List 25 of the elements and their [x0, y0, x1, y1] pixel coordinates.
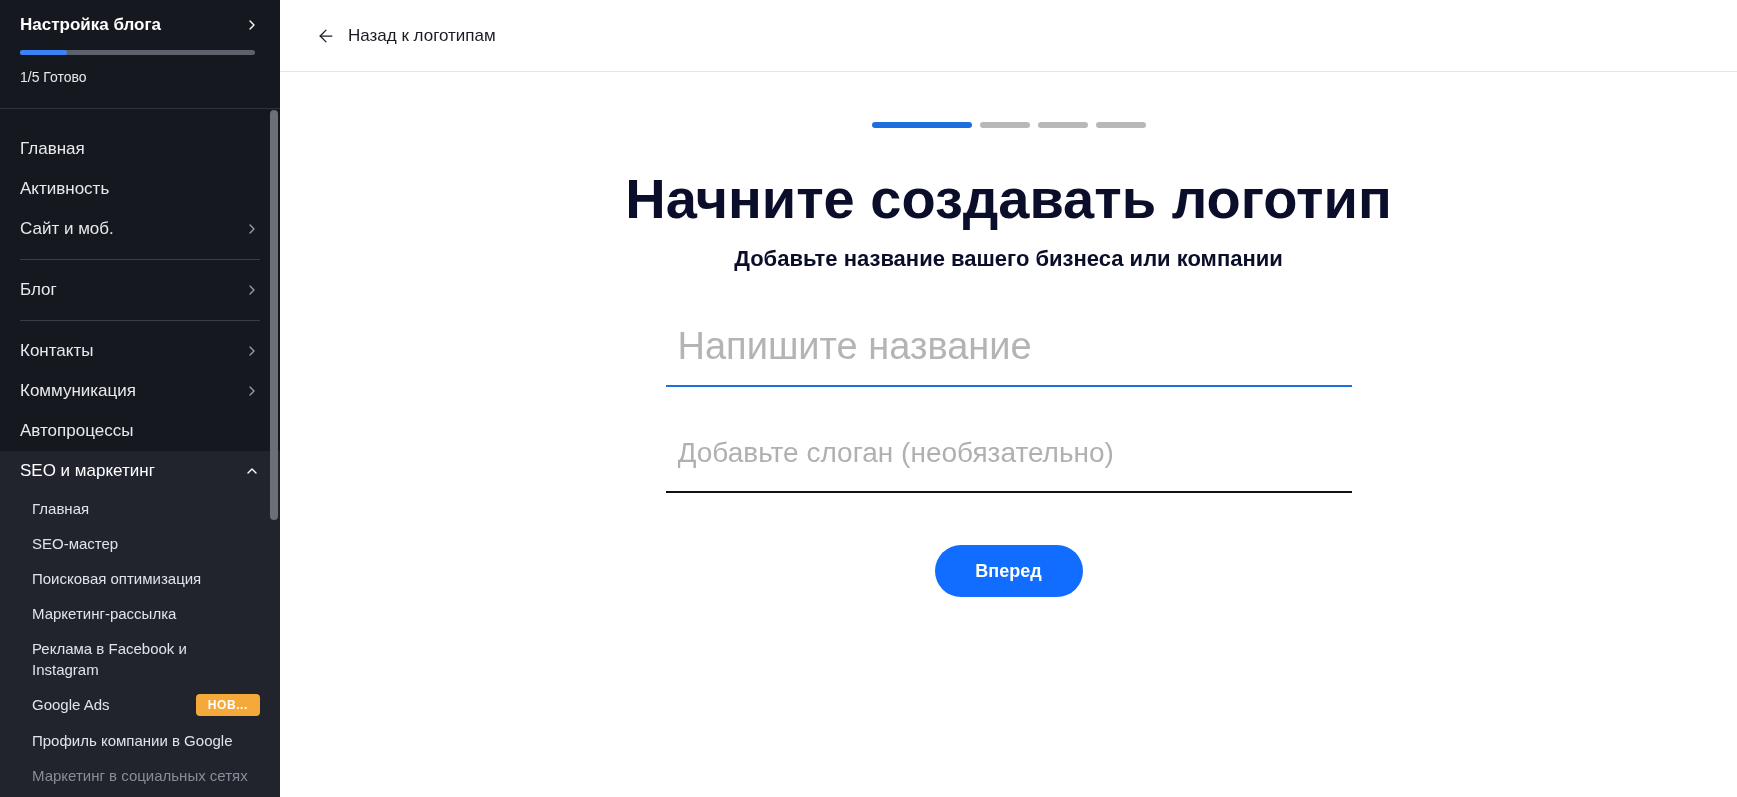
- sidebar-item[interactable]: Контакты: [20, 330, 260, 371]
- new-badge: НОВ...: [195, 693, 260, 716]
- page-subtitle: Добавьте название вашего бизнеса или компании: [734, 245, 1283, 273]
- sidebar-subitem[interactable]: SEO-мастер: [32, 532, 119, 554]
- sidebar-subitem[interactable]: Google Ads: [32, 694, 110, 715]
- sidebar-item[interactable]: Автопроцессы: [20, 410, 260, 451]
- sidebar-subitem[interactable]: Маркетинг-рассылка: [32, 602, 177, 624]
- sidebar-item[interactable]: Активность: [20, 168, 260, 209]
- next-button[interactable]: Вперед: [934, 545, 1083, 597]
- sidebar-item[interactable]: Коммуникация: [20, 370, 260, 411]
- setup-title[interactable]: Настройка блога: [20, 12, 260, 38]
- sidebar-subitem[interactable]: Поисковая оптимизация: [32, 567, 202, 589]
- sidebar-subitem[interactable]: Главная: [32, 497, 90, 519]
- back-link[interactable]: Назад к логотипам: [316, 22, 496, 49]
- sidebar-item[interactable]: Главная: [20, 128, 260, 169]
- sidebar-subitem[interactable]: Реклама в Facebook и Instagram: [32, 637, 256, 680]
- page-title: Начните создавать логотип: [625, 166, 1392, 232]
- sidebar-subitem[interactable]: Маркетинг в социальных сетях: [32, 764, 248, 786]
- progress-status: 1/5 Готово: [20, 67, 88, 87]
- sidebar-item[interactable]: Блог: [20, 269, 260, 310]
- sidebar-item[interactable]: Сайт и моб.: [20, 208, 260, 249]
- text-field[interactable]: Добавьте слоган (необязательно): [665, 415, 1352, 493]
- sidebar-subitem[interactable]: Профиль компании в Google: [32, 729, 233, 751]
- sidebar-item[interactable]: SEO и маркетинг: [20, 450, 260, 491]
- text-field[interactable]: Напишите название: [665, 307, 1352, 387]
